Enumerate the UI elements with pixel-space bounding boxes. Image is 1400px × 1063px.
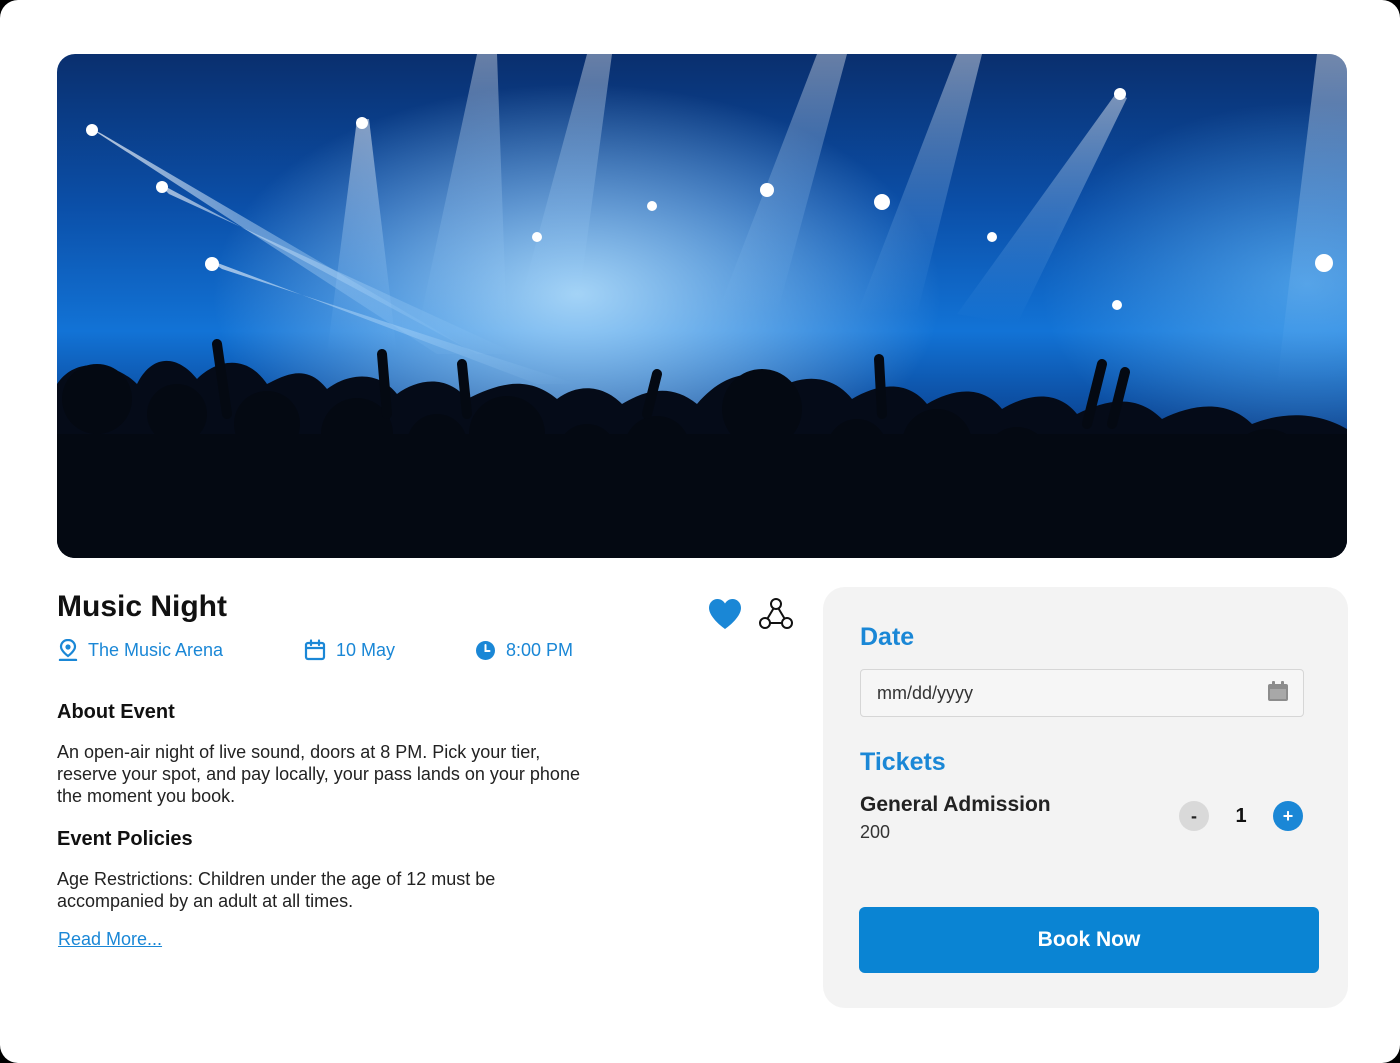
share-icon[interactable]	[759, 597, 793, 636]
ticket-name: General Admission	[860, 793, 1051, 816]
heart-icon[interactable]	[707, 598, 743, 635]
about-heading: About Event	[57, 701, 175, 723]
date-heading: Date	[860, 623, 915, 651]
quantity-value: 1	[1235, 804, 1247, 827]
event-date: 10 May	[304, 637, 395, 663]
book-now-button[interactable]: Book Now	[859, 907, 1319, 973]
location-pin-icon	[58, 639, 78, 661]
event-actions	[707, 597, 793, 636]
read-more-link[interactable]: Read More...	[58, 929, 162, 950]
event-hero-image	[57, 54, 1347, 558]
increment-button[interactable]: +	[1273, 801, 1303, 831]
date-field[interactable]	[860, 669, 1304, 717]
calendar-icon	[304, 639, 326, 661]
about-text: An open-air night of live sound, doors a…	[57, 742, 580, 806]
tickets-heading: Tickets	[860, 748, 946, 776]
venue-label: The Music Arena	[88, 639, 224, 660]
event-detail-page: Music Night The Music Arena 10 May 8:00 …	[0, 0, 1400, 1063]
event-time: 8:00 PM	[475, 637, 573, 663]
ticket-price: 200	[860, 822, 891, 842]
calendar-picker-icon[interactable]	[1267, 680, 1289, 707]
decrement-button[interactable]: -	[1179, 801, 1209, 831]
date-label: 10 May	[336, 639, 396, 660]
concert-crowd-illustration	[57, 54, 1347, 558]
booking-card: Date Tickets General Admission 200 - 1 +…	[823, 587, 1348, 1008]
event-title: Music Night	[57, 590, 227, 623]
clock-icon	[475, 640, 496, 661]
policies-text: Age Restrictions: Children under the age…	[57, 869, 496, 911]
date-input[interactable]	[875, 681, 1259, 705]
policies-heading: Event Policies	[57, 828, 193, 850]
time-label: 8:00 PM	[506, 639, 574, 660]
event-venue: The Music Arena	[58, 637, 223, 663]
quantity-stepper: - 1 +	[1179, 801, 1303, 831]
